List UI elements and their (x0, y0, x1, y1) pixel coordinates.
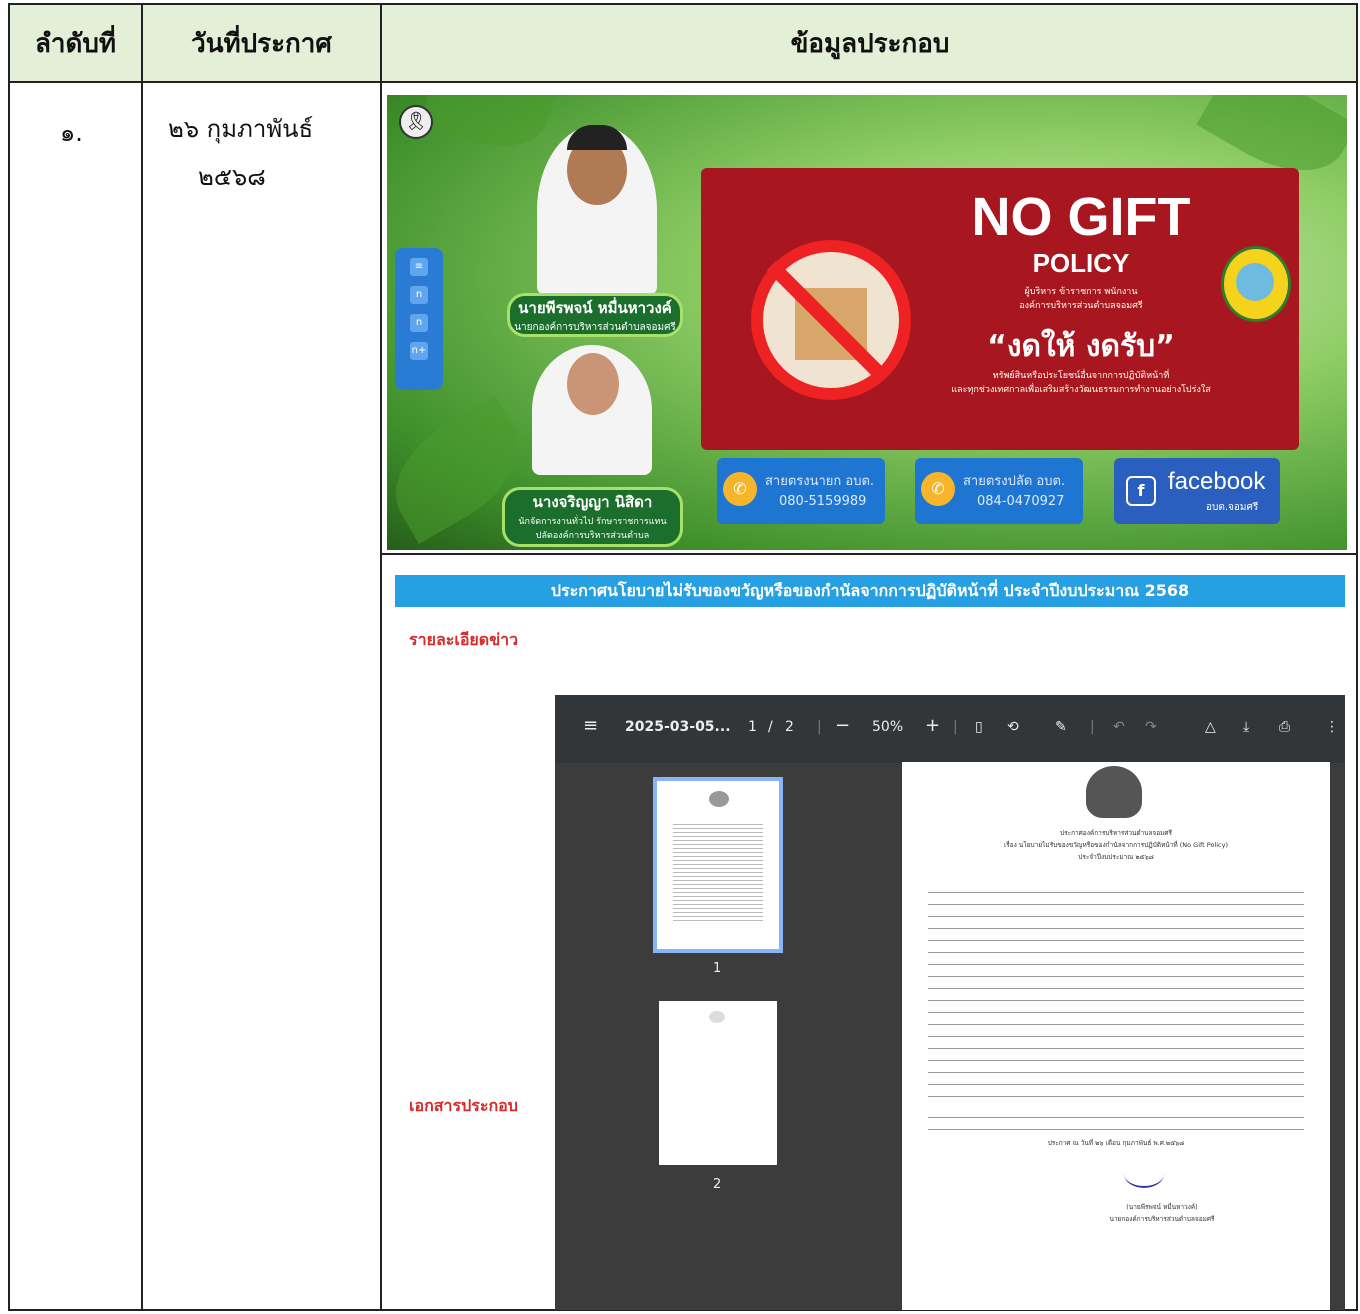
header-no: ลำดับที่ (34, 28, 117, 59)
person1-photo (537, 125, 657, 295)
gift-box-icon (795, 288, 867, 360)
hotline2-number: 084-0470927 (977, 494, 1065, 509)
toolbar-divider: | (1090, 719, 1095, 735)
column-divider (380, 5, 382, 1309)
sub-line1: ทรัพย์สินหรือประโยชน์อื่นจากการปฏิบัติหน… (992, 371, 1170, 381)
column-divider (141, 5, 143, 1309)
policy-title: POLICY (1032, 248, 1130, 278)
doc-title-line1: ประกาศองค์การบริหารส่วนตำบลจอมศรี (1059, 829, 1173, 837)
facebook-label: facebook (1168, 468, 1266, 495)
menu-icon[interactable]: n (410, 314, 428, 332)
menu-icon[interactable]: n+ (410, 342, 428, 360)
facebook-icon: f (1126, 476, 1156, 506)
hair (567, 125, 627, 150)
garuda-emblem-icon (709, 1011, 725, 1023)
person1-namebox: นายพีรพจน์ หมื่นหาวงค์ นายกองค์การบริหาร… (507, 293, 683, 337)
slogan: “งดให้ งดรับ” (987, 329, 1175, 364)
person2-namebox: นางจริญญา นิสิดา นักจัดการงานทั่วไป รักษ… (502, 487, 683, 547)
toolbar-divider: | (817, 719, 822, 735)
pdf-viewer[interactable]: ≡ 2025-03-05... 1 / 2 | − 50% + | ▯ ⟲ ✎ … (555, 695, 1345, 1310)
person2-photo (532, 345, 652, 475)
page-current-input[interactable]: 1 (748, 719, 757, 735)
sub-line2: และทุกช่วงเทศกาลเพื่อเสริมสร้างวัฒนธรรมก… (951, 385, 1211, 395)
person2-title-line2: ปลัดองค์การบริหารส่วนตำบล (535, 531, 650, 541)
fit-page-icon[interactable]: ▯ (975, 719, 983, 735)
news-detail-label: รายละเอียดข่าว (409, 630, 519, 649)
hotline1-label: สายตรงนายก อบต. (765, 474, 875, 489)
facebook-button[interactable]: f facebook อบต.จอมศรี (1114, 458, 1280, 524)
mourning-ribbon-icon: 🎗 (399, 105, 433, 139)
page-separator: / (768, 719, 773, 735)
doc-signer: (นายพีรพจน์ หมื่นหาวงค์) (1126, 1203, 1198, 1211)
hotline1-number: 080-5159989 (779, 494, 867, 509)
thumbnail-1-label: 1 (713, 961, 722, 976)
annotate-icon[interactable]: ✎ (1055, 719, 1067, 735)
cell-divider (382, 553, 1358, 555)
garuda-emblem-icon (709, 791, 729, 807)
leaf-decoration (418, 95, 556, 164)
doc-body-text (928, 882, 1304, 1098)
print-icon[interactable]: ⎙ (1279, 719, 1290, 735)
signature (1124, 1160, 1164, 1188)
thumbnail-page-2[interactable] (659, 1001, 777, 1165)
doc-date: ประกาศ ณ วันที่ ๒๖ เดือน กุมภาพันธ์ พ.ศ.… (1047, 1139, 1185, 1147)
garuda-emblem-icon (1086, 766, 1142, 818)
seal-inner (1236, 263, 1274, 301)
pdf-page: ประกาศองค์การบริหารส่วนตำบลจอมศรี เรื่อง… (902, 762, 1330, 1310)
thumbnail-2-label: 2 (713, 1177, 722, 1192)
menu-icon[interactable]: ≡ (583, 715, 598, 736)
download-icon[interactable]: ⤓ (1243, 719, 1249, 735)
rotate-icon[interactable]: ⟲ (1007, 719, 1019, 735)
zoom-in-icon[interactable]: + (925, 715, 940, 736)
more-options-icon[interactable]: ⋮ (1325, 719, 1339, 735)
thumbnail-text (673, 821, 763, 921)
hotline2-button[interactable]: ✆ สายตรงปลัด อบต. 084-0470927 (915, 458, 1083, 524)
toolbar-divider: | (953, 719, 958, 735)
page-total: 2 (785, 719, 794, 735)
drive-icon[interactable]: △ (1205, 719, 1216, 735)
person2-title-line1: นักจัดการงานทั่วไป รักษาราชการแทน (518, 517, 667, 527)
no-gift-prohibited-icon (751, 240, 911, 400)
face (567, 353, 619, 415)
doc-title-line2: เรื่อง นโยบายไม่รับของขวัญหรือของกำนัลจา… (1003, 841, 1229, 849)
pdf-filename: 2025-03-05... (625, 719, 731, 735)
row-date-line1: ๒๖ กุมภาพันธ์ (168, 115, 314, 143)
redo-icon[interactable]: ↷ (1145, 719, 1157, 735)
no-gift-panel: NO GIFT POLICY ผู้บริหาร ข้าราชการ พนักง… (701, 168, 1299, 450)
doc-body-text (928, 1107, 1304, 1131)
header-date: วันที่ประกาศ (191, 28, 332, 59)
thumbnail-page-1[interactable] (653, 777, 783, 953)
doc-signer-title: นายกองค์การบริหารส่วนตำบลจอมศรี (1109, 1215, 1215, 1223)
phone-icon: ✆ (921, 472, 955, 506)
row-number: ๑. (60, 119, 83, 147)
pdf-toolbar: ≡ 2025-03-05... 1 / 2 | − 50% + | ▯ ⟲ ✎ … (555, 695, 1345, 763)
undo-icon[interactable]: ↶ (1113, 719, 1125, 735)
person1-name: นายพีรพจน์ หมื่นหาวงค์ (518, 299, 672, 317)
doc-title-line3: ประจำปีงบประมาณ ๒๕๖๘ (1078, 853, 1154, 861)
menu-icon[interactable]: ≡ (410, 258, 428, 276)
side-menu[interactable]: ≡ n n n+ (395, 248, 443, 390)
row-date-line2: ๒๕๖๘ (198, 163, 266, 191)
org-line1: ผู้บริหาร ข้าราชการ พนักงาน (1024, 287, 1138, 297)
zoom-level[interactable]: 50% (872, 719, 903, 735)
zoom-out-icon[interactable]: − (835, 715, 850, 736)
person1-title: นายกองค์การบริหารส่วนตำบลจอมศรี (514, 322, 676, 333)
announcement-title-bar: ประกาศนโยบายไม่รับของขวัญหรือของกำนัลจาก… (395, 575, 1345, 607)
person2-name: นางจริญญา นิสิดา (532, 493, 653, 511)
facebook-sub: อบต.จอมศรี (1206, 502, 1259, 513)
attachments-label: เอกสารประกอบ (409, 1096, 518, 1115)
no-gift-title: NO GIFT (971, 187, 1191, 247)
org-line2: องค์การบริหารส่วนตำบลจอมศรี (1019, 301, 1143, 311)
hotline1-button[interactable]: ✆ สายตรงนายก อบต. 080-5159989 (717, 458, 885, 524)
org-seal-logo (1221, 246, 1291, 322)
no-gift-banner: 🎗 ≡ n n n+ นายพีรพจน์ หมื่นหาวงค์ นายกอง… (387, 95, 1347, 550)
header-info: ข้อมูลประกอบ (790, 28, 950, 59)
hotline2-label: สายตรงปลัด อบต. (963, 474, 1066, 489)
menu-icon[interactable]: n (410, 286, 428, 304)
phone-icon: ✆ (723, 472, 757, 506)
